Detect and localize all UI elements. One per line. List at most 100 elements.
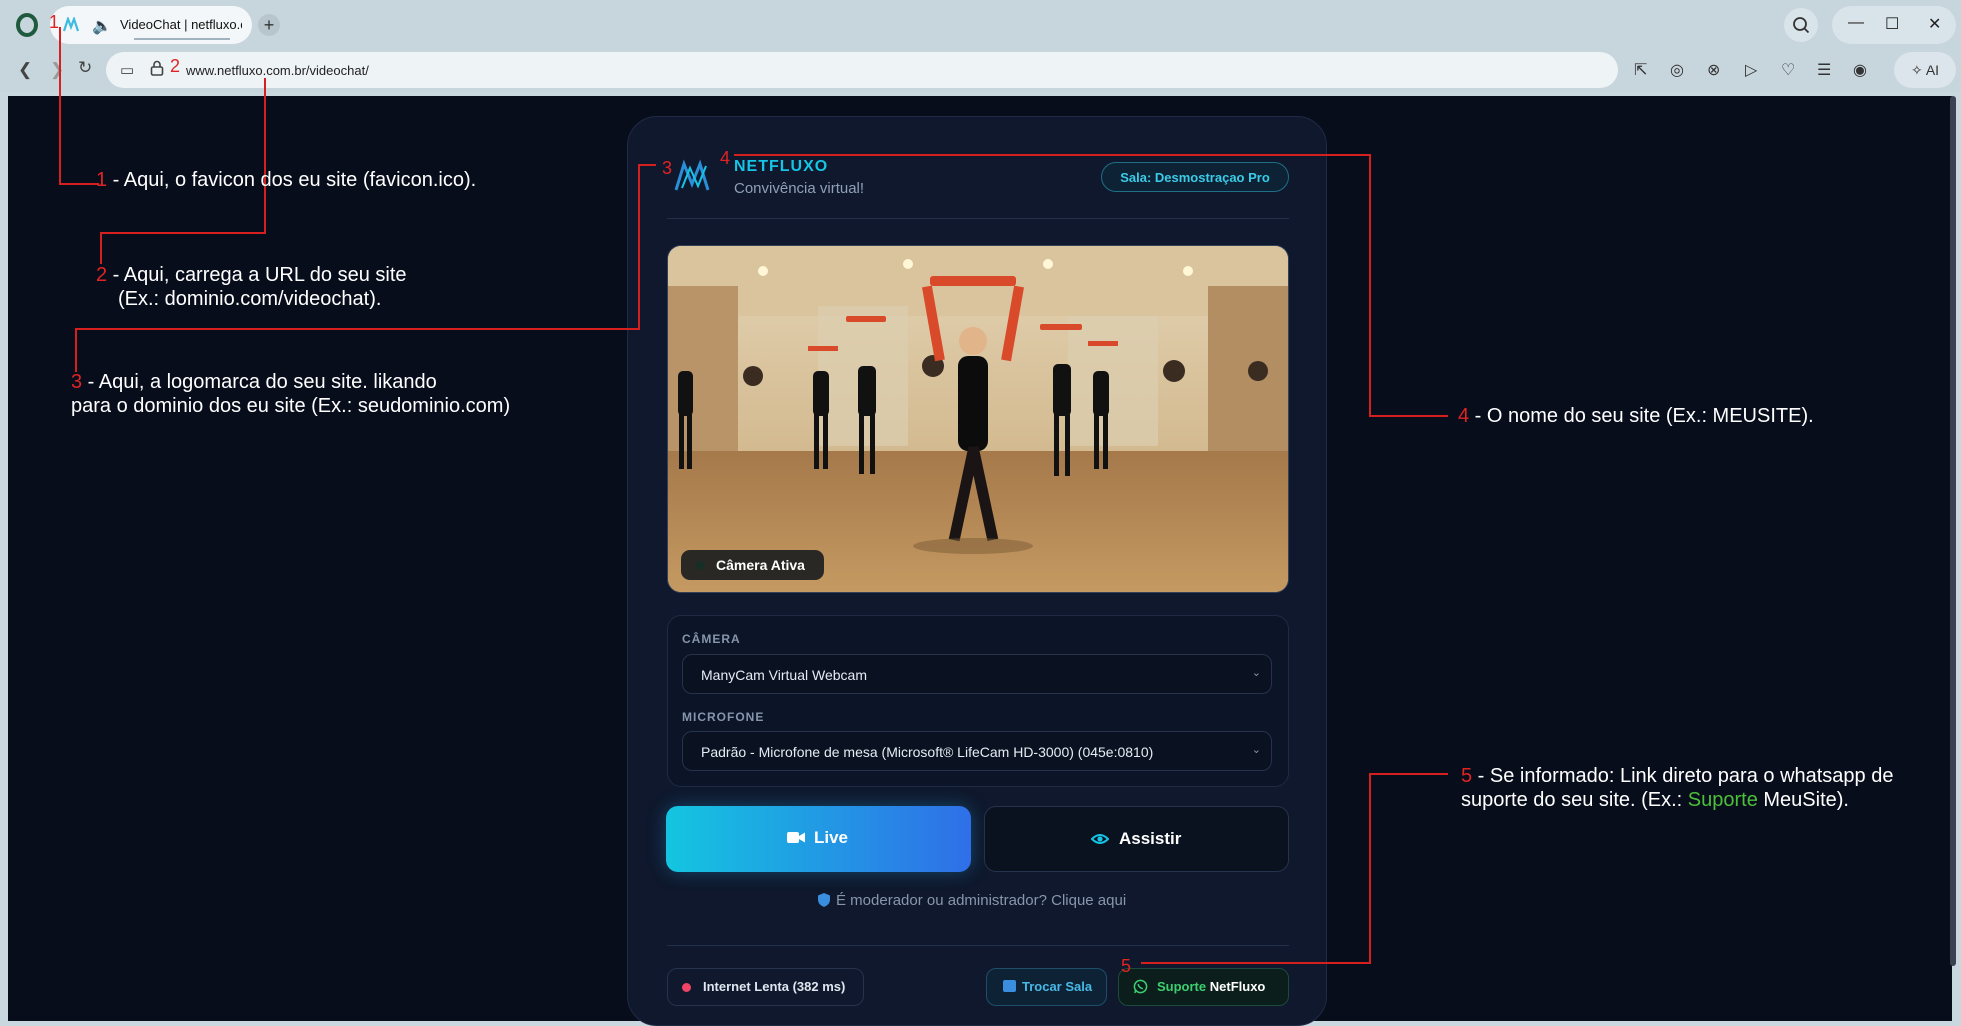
- microphone-select-value: Padrão - Microfone de mesa (Microsoft® L…: [701, 744, 1154, 760]
- favicon-icon: [62, 17, 80, 32]
- window-controls: — ☐ ✕: [1832, 6, 1956, 44]
- reload-button[interactable]: ↻: [78, 58, 92, 78]
- live-button[interactable]: Live: [666, 806, 971, 872]
- moderator-link[interactable]: É moderador ou administrador? Clique aqu…: [818, 892, 1126, 909]
- marker-1: 1: [49, 12, 60, 32]
- microphone-select[interactable]: Padrão - Microfone de mesa (Microsoft® L…: [682, 731, 1272, 771]
- annotation-1-line-h: [59, 183, 99, 185]
- annotation-3-line-v: [638, 164, 640, 329]
- marker-5: 5: [1121, 956, 1132, 976]
- annotation-3-line-h: [75, 328, 640, 330]
- camera-label: CÂMERA: [682, 632, 741, 646]
- support-brand-label: NetFluxo: [1209, 979, 1266, 994]
- snapshot-icon[interactable]: ◎: [1670, 60, 1684, 80]
- annotation-2-number: 2: [96, 264, 108, 286]
- heart-icon[interactable]: ♡: [1781, 60, 1795, 80]
- annotation-1-line-v: [59, 27, 61, 184]
- annotation-5-line-v: [1369, 773, 1371, 964]
- annotation-5-line-bottom: [1141, 962, 1371, 964]
- annotation-3-line-tick: [640, 164, 656, 166]
- send-icon[interactable]: ▷: [1745, 60, 1757, 80]
- camera-select-value: ManyCam Virtual Webcam: [701, 667, 867, 683]
- minimize-button[interactable]: —: [1848, 14, 1864, 32]
- annotation-4-number: 4: [1458, 405, 1470, 427]
- whatsapp-icon: [1133, 979, 1148, 994]
- network-status-badge: Internet Lenta (382 ms): [667, 968, 864, 1006]
- annotation-2-line-drop: [100, 232, 102, 264]
- video-camera-icon: [787, 832, 805, 843]
- forward-button[interactable]: ❯: [50, 60, 64, 80]
- share-icon[interactable]: ⇱: [1634, 60, 1647, 80]
- eye-icon: [1091, 834, 1109, 844]
- camera-preview-image: [668, 246, 1288, 592]
- profile-icon[interactable]: ◉: [1853, 60, 1867, 80]
- annotation-2-line1: - Aqui, carrega a URL do seu site: [107, 264, 407, 286]
- shield-icon: [818, 893, 830, 907]
- annotation-1-text: - Aqui, o favicon dos eu site (favicon.i…: [107, 169, 477, 191]
- speaker-icon[interactable]: 🔈: [92, 16, 112, 36]
- marker-2: 2: [170, 56, 181, 76]
- easy-setup-icon[interactable]: ☰: [1817, 60, 1831, 80]
- tab-title: VideoChat | netfluxo.c: [120, 17, 242, 32]
- swap-room-label: Trocar Sala: [1022, 979, 1093, 994]
- camera-preview: [667, 245, 1289, 593]
- camera-status-badge: Câmera Ativa: [681, 550, 824, 580]
- annotation-4: 4 - O nome do seu site (Ex.: MEUSITE).: [1458, 404, 1814, 428]
- annotation-2-line-v: [264, 78, 266, 233]
- adblock-icon[interactable]: ⊗: [1707, 60, 1720, 80]
- marker-3: 3: [662, 158, 673, 178]
- annotation-2: 2 - Aqui, carrega a URL do seu site (Ex.…: [96, 263, 407, 311]
- annotation-5: 5 - Se informado: Link direto para o wha…: [1461, 764, 1893, 812]
- annotation-4-text: - O nome do seu site (Ex.: MEUSITE).: [1469, 405, 1814, 427]
- watch-button[interactable]: Assistir: [984, 806, 1289, 872]
- annotation-3-line-drop: [75, 328, 77, 372]
- support-label: Suporte: [1157, 979, 1207, 994]
- lock-icon[interactable]: [150, 60, 164, 76]
- url-text[interactable]: www.netfluxo.com.br/videochat/: [186, 63, 369, 78]
- video-camera-icon[interactable]: ▭: [120, 61, 134, 79]
- annotation-4-line-h: [1369, 415, 1448, 417]
- room-badge: Sala: Desmostraçao Pro: [1101, 162, 1289, 192]
- site-tagline: Convivência virtual!: [734, 180, 865, 197]
- site-name: NETFLUXO: [734, 158, 829, 175]
- site-logo[interactable]: [672, 158, 716, 194]
- annotation-3-line2: para o dominio dos eu site (Ex.: seudomi…: [71, 395, 511, 417]
- annotation-4-line-v: [1369, 154, 1371, 417]
- search-icon: [1793, 17, 1810, 34]
- annotation-5-line2-pre: suporte do seu site. (Ex.:: [1461, 789, 1688, 811]
- header-divider: [667, 218, 1289, 219]
- live-button-label: Live: [814, 828, 849, 847]
- ai-label: AI: [1925, 62, 1940, 78]
- page-scrollbar[interactable]: [1950, 96, 1956, 966]
- tab-audio-indicator: [134, 38, 230, 40]
- annotation-5-line2-post: MeuSite).: [1757, 789, 1849, 811]
- browser-titlebar: [0, 0, 1961, 50]
- annotation-3: 3 - Aqui, a logomarca do seu site. likan…: [71, 370, 510, 418]
- annotation-5-line1: - Se informado: Link direto para o whats…: [1472, 765, 1894, 787]
- chevron-down-icon: ⌄: [1251, 744, 1261, 756]
- close-window-button[interactable]: ✕: [1928, 14, 1941, 34]
- chevron-down-icon: ⌄: [1251, 667, 1261, 679]
- opera-logo-icon[interactable]: [16, 13, 38, 37]
- new-tab-button[interactable]: +: [258, 14, 280, 36]
- search-tabs-button[interactable]: [1784, 8, 1818, 42]
- annotation-1: 1 - Aqui, o favicon dos eu site (favicon…: [96, 168, 476, 192]
- ai-button[interactable]: ✧ AI: [1894, 52, 1956, 88]
- annotation-2-line-h: [100, 232, 266, 234]
- annotation-3-line1: - Aqui, a logomarca do seu site. likando: [82, 371, 437, 393]
- footer-divider: [667, 945, 1289, 946]
- maximize-button[interactable]: ☐: [1885, 14, 1899, 34]
- annotation-5-line2-green: Suporte: [1687, 789, 1758, 811]
- address-bar[interactable]: ▭ www.netfluxo.com.br/videochat/: [106, 52, 1618, 88]
- moderator-link-text: É moderador ou administrador? Clique aqu…: [836, 892, 1127, 909]
- camera-select[interactable]: ManyCam Virtual Webcam ⌄: [682, 654, 1272, 694]
- annotation-3-number: 3: [71, 371, 83, 393]
- back-button[interactable]: ❮: [18, 60, 32, 80]
- annotation-4-line-top: [734, 154, 1371, 156]
- browser-tab[interactable]: 🔈 VideoChat | netfluxo.c: [50, 6, 252, 44]
- annotation-5-number: 5: [1461, 765, 1473, 787]
- annotation-1-number: 1: [96, 169, 108, 191]
- annotation-5-line-h: [1369, 773, 1448, 775]
- marker-4: 4: [720, 148, 731, 168]
- swap-room-icon: [1003, 980, 1016, 992]
